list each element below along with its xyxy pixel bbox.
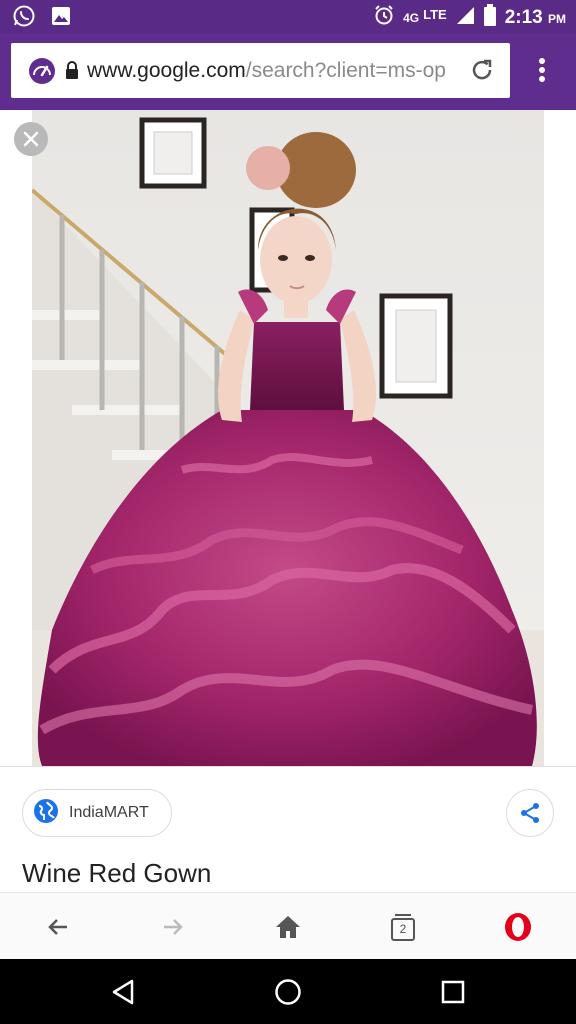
notification-icons [12,4,72,33]
battery-icon [483,4,497,32]
url-host: www.google.com [87,59,246,82]
back-button[interactable] [40,909,76,945]
speed-dial-icon[interactable] [27,56,57,91]
overflow-menu-icon[interactable] [538,57,546,88]
system-home-button[interactable] [271,975,305,1009]
alarm-icon [373,4,395,32]
system-back-button[interactable] [106,975,140,1009]
forward-arrow-icon [164,919,183,935]
close-icon [23,131,39,147]
network-label: LTE [423,7,447,22]
status-bar: 4G LTE 2:13 PM [0,0,576,33]
android-home-icon [275,979,301,1005]
share-icon [521,803,539,823]
clock-ampm: PM [548,12,566,26]
url-text[interactable]: www.google.com/search?client=ms-op [87,59,465,83]
network-small-label: 4G [403,11,420,25]
source-label: IndiaMART [69,804,149,821]
signal-icon [455,5,475,31]
back-arrow-icon [48,919,67,935]
system-navigation-bar [0,959,576,1024]
gown-photo[interactable] [32,110,544,766]
opera-logo-icon [505,913,531,941]
system-recents-button[interactable] [436,975,470,1009]
android-recents-icon [441,980,465,1004]
tab-count: 2 [399,921,407,936]
result-title[interactable]: Wine Red Gown [22,858,211,889]
network-type: 4G [403,12,419,24]
home-icon [276,916,300,938]
clock-time: 2:13 [504,7,543,28]
browser-toolbar: www.google.com/search?client=ms-op [0,33,576,110]
address-bar[interactable]: www.google.com/search?client=ms-op [11,43,510,98]
whatsapp-icon [12,4,36,33]
share-button[interactable] [506,789,554,837]
android-back-icon [112,979,134,1005]
source-chip[interactable]: IndiaMART [22,789,172,837]
opera-menu-button[interactable] [500,909,536,945]
phone-screen: 4G LTE 2:13 PM www.google.com/search?cli… [0,0,576,1024]
system-status: 4G LTE 2:13 PM [373,4,566,32]
globe-icon [33,798,59,829]
lock-icon [65,61,79,84]
clock: 2:13 PM [505,7,566,29]
browser-bottom-bar: 2 [0,892,576,959]
forward-button[interactable] [155,909,191,945]
close-viewer-button[interactable] [14,122,48,156]
image-viewer [0,110,576,766]
result-info-panel: IndiaMART Wine Red Gown [0,766,576,892]
url-path: /search?client=ms-op [245,59,446,82]
reload-icon[interactable] [469,57,495,88]
home-button[interactable] [270,909,306,945]
tabs-button[interactable]: 2 [385,909,421,945]
gallery-icon [50,5,72,32]
